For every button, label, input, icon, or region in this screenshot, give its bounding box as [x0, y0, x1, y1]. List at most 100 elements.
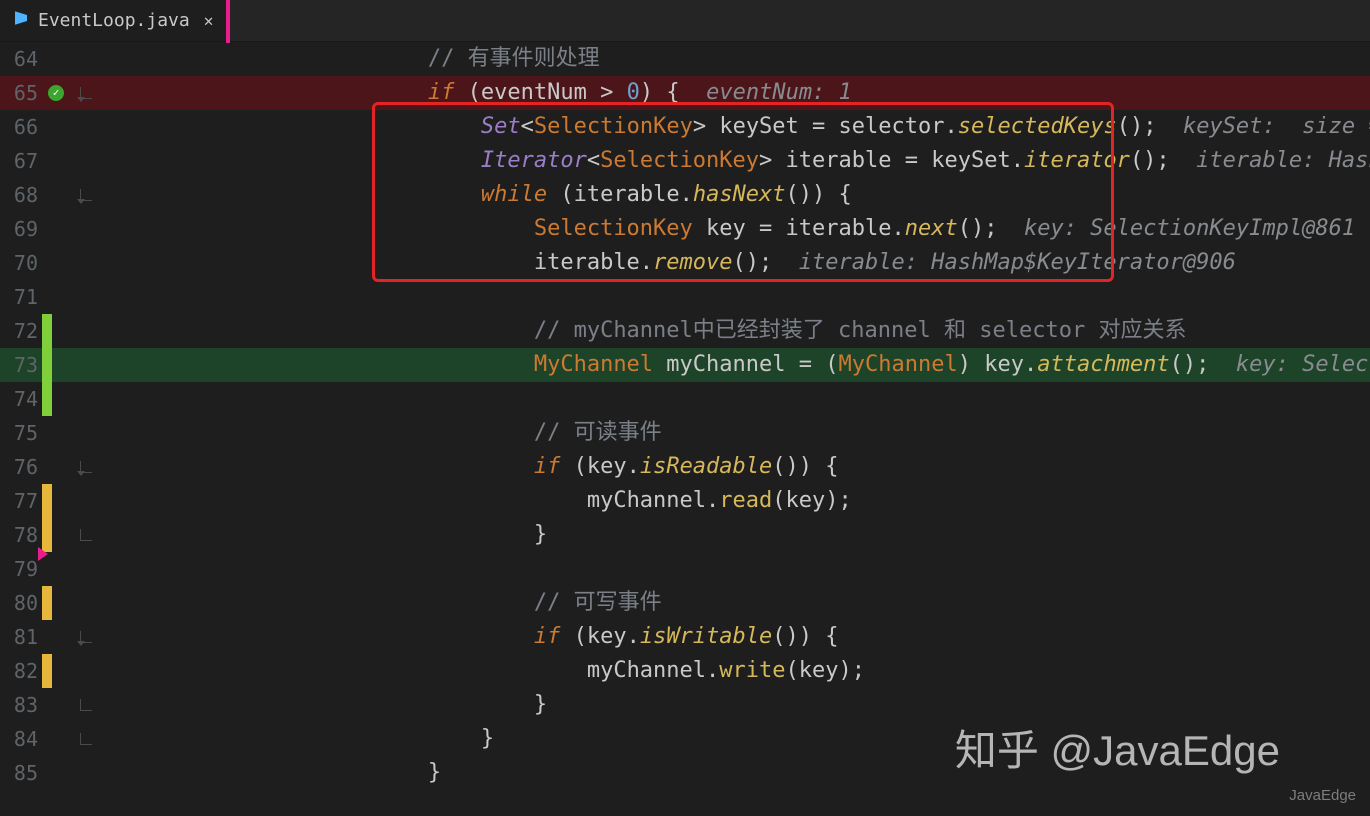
code-line[interactable]: 68 while (iterable.hasNext()) {	[0, 178, 1370, 212]
fold-gutter[interactable]	[74, 280, 104, 314]
fold-gutter[interactable]	[74, 416, 104, 450]
close-icon[interactable]: ✕	[204, 11, 214, 30]
line-number: 75	[0, 416, 42, 450]
code-line[interactable]: 76 if (key.isReadable()) {	[0, 450, 1370, 484]
fold-gutter[interactable]	[74, 76, 104, 110]
code-line[interactable]: 65 if (eventNum > 0) { eventNum: 1	[0, 76, 1370, 110]
breakpoint-gutter[interactable]	[42, 688, 74, 722]
code-line[interactable]: 72 // myChannel中已经封装了 channel 和 selector…	[0, 314, 1370, 348]
line-number: 79	[0, 552, 42, 586]
line-number: 84	[0, 722, 42, 756]
breakpoint-gutter[interactable]	[42, 654, 74, 688]
breakpoint-gutter[interactable]	[42, 42, 74, 76]
comment: // 可读事件	[534, 420, 662, 445]
breakpoint-gutter[interactable]	[42, 280, 74, 314]
breakpoint-gutter[interactable]	[42, 110, 74, 144]
inline-hint: eventNum: 1	[680, 80, 852, 105]
fold-gutter[interactable]	[74, 756, 104, 790]
code-line[interactable]: 67 Iterator<SelectionKey> iterable = key…	[0, 144, 1370, 178]
fold-gutter[interactable]	[74, 348, 104, 382]
java-file-icon	[12, 9, 30, 32]
breakpoint-gutter[interactable]	[42, 484, 74, 518]
fold-gutter[interactable]	[74, 212, 104, 246]
code-line[interactable]: 64 // 有事件则处理	[0, 42, 1370, 76]
line-number: 85	[0, 756, 42, 790]
breakpoint-gutter[interactable]	[42, 212, 74, 246]
breakpoint-verified-icon[interactable]	[48, 85, 64, 101]
tab-eventloop[interactable]: EventLoop.java ✕	[0, 0, 228, 41]
line-number: 78	[0, 518, 42, 552]
fold-icon[interactable]	[80, 189, 92, 201]
breakpoint-gutter[interactable]	[42, 348, 74, 382]
breakpoint-gutter[interactable]	[42, 586, 74, 620]
fold-icon[interactable]	[80, 699, 92, 711]
vcs-change-indicator	[42, 382, 52, 416]
fold-gutter[interactable]	[74, 42, 104, 76]
code-line[interactable]: 75 // 可读事件	[0, 416, 1370, 450]
line-number: 71	[0, 280, 42, 314]
fold-gutter[interactable]	[74, 518, 104, 552]
fold-gutter[interactable]	[74, 246, 104, 280]
code-line[interactable]: 73 MyChannel myChannel = (MyChannel) key…	[0, 348, 1370, 382]
fold-gutter[interactable]	[74, 552, 104, 586]
code-editor[interactable]: 64 // 有事件则处理 65 if (eventNum > 0) { even…	[0, 42, 1370, 816]
code-line[interactable]: 74	[0, 382, 1370, 416]
tab-bar: EventLoop.java ✕	[0, 0, 1370, 42]
code-line[interactable]: 66 Set<SelectionKey> keySet = selector.s…	[0, 110, 1370, 144]
line-number: 74	[0, 382, 42, 416]
code-line[interactable]: 79	[0, 552, 1370, 586]
fold-icon[interactable]	[80, 733, 92, 745]
fold-icon[interactable]	[80, 631, 92, 643]
line-number: 66	[0, 110, 42, 144]
fold-gutter[interactable]	[74, 722, 104, 756]
breakpoint-gutter[interactable]	[42, 382, 74, 416]
code-line[interactable]: 77 myChannel.read(key);	[0, 484, 1370, 518]
breakpoint-gutter[interactable]	[42, 246, 74, 280]
line-number: 68	[0, 178, 42, 212]
inline-hint: key: SelectionKeyImpl@861	[997, 216, 1355, 241]
fold-gutter[interactable]	[74, 450, 104, 484]
fold-gutter[interactable]	[74, 688, 104, 722]
inline-hint: iterable: HashMa	[1170, 148, 1370, 173]
breakpoint-gutter[interactable]	[42, 722, 74, 756]
fold-gutter[interactable]	[74, 144, 104, 178]
breakpoint-gutter[interactable]	[42, 416, 74, 450]
code-line[interactable]: 81 if (key.isWritable()) {	[0, 620, 1370, 654]
line-number: 70	[0, 246, 42, 280]
breakpoint-gutter[interactable]	[42, 518, 74, 552]
fold-icon[interactable]	[80, 529, 92, 541]
code-line[interactable]: 80 // 可写事件	[0, 586, 1370, 620]
breakpoint-gutter[interactable]	[42, 450, 74, 484]
inline-hint: keySet: size = 0	[1156, 114, 1370, 139]
breakpoint-gutter[interactable]	[42, 314, 74, 348]
fold-gutter[interactable]	[74, 654, 104, 688]
breakpoint-gutter[interactable]	[42, 144, 74, 178]
fold-gutter[interactable]	[74, 382, 104, 416]
fold-gutter[interactable]	[74, 620, 104, 654]
code-line[interactable]: 70 iterable.remove(); iterable: HashMap$…	[0, 246, 1370, 280]
fold-gutter[interactable]	[74, 178, 104, 212]
breakpoint-gutter[interactable]	[42, 178, 74, 212]
line-number: 69	[0, 212, 42, 246]
fold-gutter[interactable]	[74, 314, 104, 348]
code-line[interactable]: 82 myChannel.write(key);	[0, 654, 1370, 688]
breakpoint-gutter[interactable]	[42, 756, 74, 790]
fold-gutter[interactable]	[74, 586, 104, 620]
breakpoint-gutter[interactable]	[42, 620, 74, 654]
line-number: 72	[0, 314, 42, 348]
comment: // 可写事件	[534, 590, 662, 615]
breakpoint-gutter[interactable]	[42, 76, 74, 110]
vcs-change-indicator	[42, 484, 52, 518]
fold-gutter[interactable]	[74, 484, 104, 518]
breakpoint-gutter[interactable]	[42, 552, 74, 586]
code-line[interactable]: 78 }	[0, 518, 1370, 552]
inline-hint: iterable: HashMap$KeyIterator@906	[772, 250, 1236, 275]
code-line[interactable]: 71	[0, 280, 1370, 314]
line-number: 82	[0, 654, 42, 688]
fold-gutter[interactable]	[74, 110, 104, 144]
fold-icon[interactable]	[80, 87, 92, 99]
code-line[interactable]: 69 SelectionKey key = iterable.next(); k…	[0, 212, 1370, 246]
line-number: 76	[0, 450, 42, 484]
fold-icon[interactable]	[80, 461, 92, 473]
line-number: 73	[0, 348, 42, 382]
